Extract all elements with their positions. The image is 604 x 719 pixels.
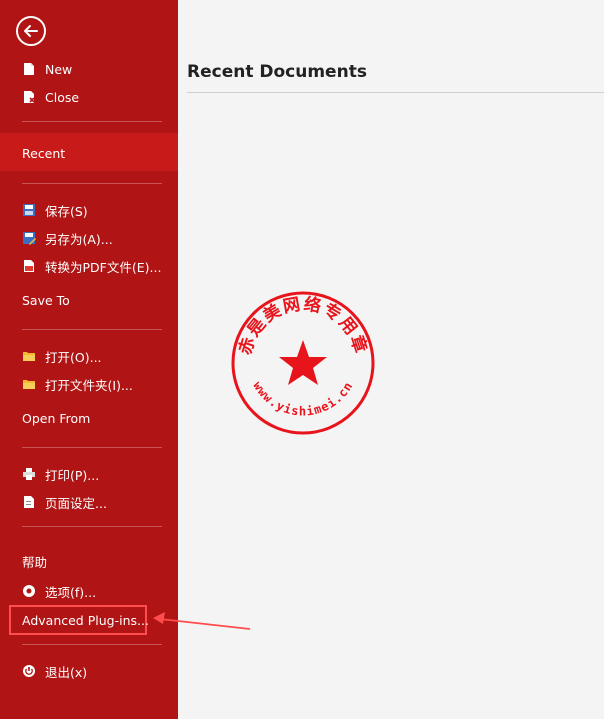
save-as-icon [22, 231, 36, 245]
menu-item-label: 页面设定... [45, 495, 107, 511]
menu-item-label: 转换为PDF文件(E)... [45, 259, 162, 275]
svg-text:www.yishimei.cn: www.yishimei.cn [250, 379, 355, 418]
open-folder-icon [22, 349, 36, 363]
printer-icon [22, 467, 36, 481]
page-setup-icon [22, 495, 36, 509]
divider [22, 526, 162, 527]
pdf-icon [22, 259, 36, 273]
open-folder-icon [22, 377, 36, 391]
menu-item-page-setup[interactable]: 页面设定... [22, 490, 107, 514]
menu-item-label: Close [45, 89, 80, 105]
menu-item-label: 打印(P)... [45, 467, 100, 483]
close-document-icon [22, 90, 36, 104]
divider [22, 183, 162, 184]
gear-icon [22, 584, 36, 598]
page-title: Recent Documents [187, 62, 367, 82]
menu-item-save[interactable]: 保存(S) [22, 198, 88, 222]
new-document-icon [22, 62, 36, 76]
menu-item-open-folder[interactable]: 打开文件夹(I)... [22, 372, 133, 396]
menu-item-advanced-plugins[interactable]: Advanced Plug-ins... [22, 613, 149, 628]
menu-item-label: 打开文件夹(I)... [45, 377, 133, 393]
menu-item-print[interactable]: 打印(P)... [22, 462, 99, 486]
menu-item-label: 打开(O)... [45, 349, 102, 365]
arrow-left-icon [24, 25, 38, 37]
divider [22, 121, 162, 122]
menu-item-label: Recent [22, 146, 66, 161]
power-icon [22, 664, 36, 678]
back-button[interactable] [16, 16, 46, 46]
menu-item-close[interactable]: Close [22, 85, 79, 109]
section-label-open-from: Open From [22, 411, 91, 426]
menu-item-label: 退出(x) [45, 664, 88, 680]
watermark-seal: 赤是美网络专用章 www.yishimei.cn [231, 291, 375, 435]
menu-item-save-as[interactable]: 另存为(A)... [22, 226, 113, 250]
menu-item-recent[interactable]: Recent [0, 133, 178, 171]
title-divider [187, 92, 604, 93]
section-label-help: 帮助 [22, 555, 48, 570]
divider [22, 644, 162, 645]
menu-item-new[interactable]: New [22, 57, 72, 81]
menu-item-label: 选项(f)... [45, 584, 97, 600]
menu-item-label: 另存为(A)... [45, 231, 113, 247]
menu-item-label: New [45, 61, 73, 77]
divider [22, 447, 162, 448]
watermark-bottom-text: www.yishimei.cn [250, 379, 354, 418]
menu-item-label: 保存(S) [45, 203, 88, 219]
save-icon [22, 203, 36, 217]
menu-item-convert-pdf[interactable]: 转换为PDF文件(E)... [22, 254, 161, 278]
menu-item-exit[interactable]: 退出(x) [22, 659, 87, 683]
annotation-arrow-icon [153, 612, 251, 630]
menu-item-options[interactable]: 选项(f)... [22, 579, 96, 603]
menu-item-open[interactable]: 打开(O)... [22, 344, 102, 368]
star-icon [279, 340, 327, 385]
divider [22, 329, 162, 330]
section-label-save-to: Save To [22, 293, 70, 308]
